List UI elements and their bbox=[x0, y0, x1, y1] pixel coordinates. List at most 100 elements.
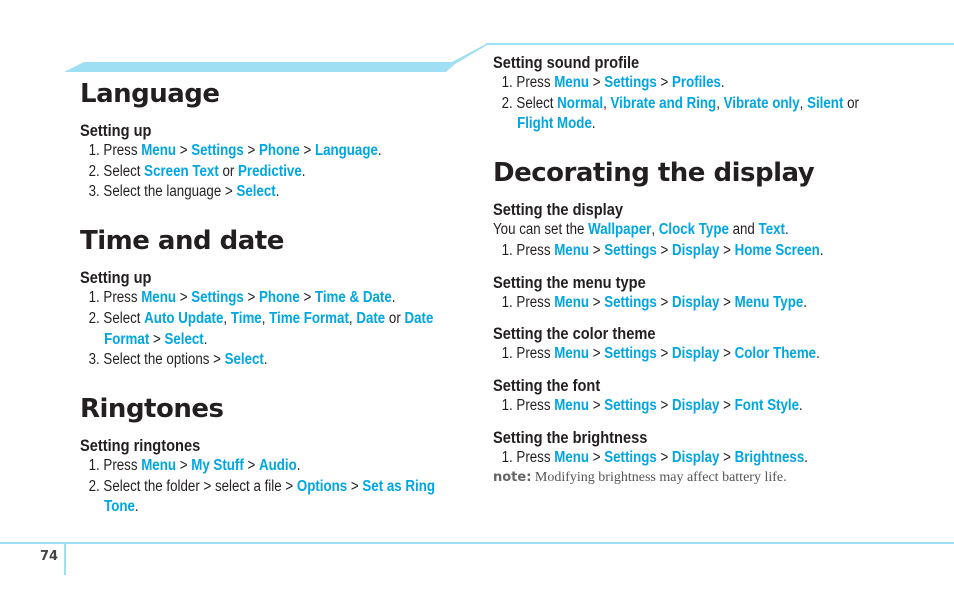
step-text: 1. bbox=[501, 448, 517, 466]
menu-term: Settings bbox=[604, 293, 657, 311]
step-text: > bbox=[589, 396, 605, 414]
step-text: Press bbox=[516, 396, 555, 414]
menu-term: Display bbox=[672, 345, 720, 363]
step-text: > bbox=[656, 448, 673, 466]
step-text: , bbox=[651, 221, 659, 239]
step-text: > bbox=[719, 448, 735, 466]
menu-term: Menu bbox=[554, 74, 590, 91]
header-band-slope bbox=[446, 44, 489, 72]
menu-term: Display bbox=[672, 448, 720, 466]
step-text: Select the folder > select a file > bbox=[103, 477, 297, 495]
section-title: Time and date bbox=[80, 226, 284, 257]
menu-term: Format bbox=[104, 330, 150, 348]
menu-term: Options bbox=[296, 477, 348, 495]
step-text: or bbox=[843, 94, 859, 112]
subsection-heading: Setting sound profile bbox=[493, 53, 640, 72]
step-item: Flight Mode. bbox=[493, 114, 871, 135]
step-text: Select the language > bbox=[103, 183, 237, 201]
menu-term: Profiles bbox=[672, 74, 721, 91]
step-text: . bbox=[803, 293, 807, 311]
step-text: > bbox=[243, 142, 260, 159]
step-text: , bbox=[603, 94, 611, 112]
step-text: . bbox=[275, 183, 280, 201]
step-text: Select bbox=[516, 94, 558, 112]
step-text: > bbox=[656, 74, 673, 91]
menu-term: Text bbox=[758, 221, 785, 239]
step-item: 1. Press Menu > Settings > Display > Col… bbox=[493, 344, 871, 365]
step-text: > bbox=[589, 241, 605, 259]
menu-term: Vibrate only bbox=[723, 94, 800, 112]
step-item: Format > Select. bbox=[80, 330, 407, 351]
step-item: 1. Press Menu > Settings > Display > Men… bbox=[493, 293, 871, 314]
menu-term: Wallpaper bbox=[588, 221, 652, 239]
menu-term: Settings bbox=[604, 448, 657, 466]
section-title: Ringtones bbox=[80, 393, 224, 424]
menu-term: Menu bbox=[554, 293, 590, 311]
subsection-heading: Setting up bbox=[80, 268, 152, 288]
menu-term: Select bbox=[236, 183, 276, 201]
step-item: 1. Press Menu > Settings > Display > Hom… bbox=[493, 241, 871, 262]
step-item: 2. Select the folder > select a file > O… bbox=[80, 477, 435, 498]
menu-term: Font Style bbox=[734, 396, 800, 414]
step-item: 2. Select Normal, Vibrate and Ring, Vibr… bbox=[493, 94, 871, 115]
step-text: 1. bbox=[88, 456, 104, 474]
step-item: 1. Press Menu > My Stuff > Audio. bbox=[80, 456, 407, 477]
subsection-heading: Setting the font bbox=[493, 375, 601, 395]
step-text: Select bbox=[103, 162, 145, 180]
section-title: Language bbox=[80, 79, 220, 109]
step-text: Press bbox=[516, 74, 555, 91]
menu-term: Display bbox=[672, 293, 720, 311]
step-item: 2. Select Auto Update, Time, Time Format… bbox=[80, 309, 434, 330]
subsection-heading: Setting the display bbox=[493, 200, 623, 220]
step-text: . bbox=[377, 142, 382, 159]
step-text: > bbox=[589, 293, 605, 311]
left-column: Language Setting up 1. Press Menu > Settin… bbox=[80, 78, 460, 518]
step-text: . bbox=[799, 396, 803, 414]
step-text: 2. bbox=[501, 94, 517, 112]
header-band-left bbox=[64, 62, 452, 72]
menu-term: Date bbox=[356, 309, 386, 327]
right-column: Setting sound profile 1. Press Menu > Set… bbox=[493, 52, 933, 488]
intro-text: You can set the Wallpaper, Clock Type an… bbox=[493, 220, 871, 241]
step-text: 3. bbox=[88, 351, 104, 369]
step-text: 2. bbox=[88, 162, 104, 180]
step-item: 1. Press Menu > Settings > Display > Fon… bbox=[493, 396, 871, 417]
step-text: > bbox=[243, 456, 259, 474]
menu-term: Brightness bbox=[734, 448, 805, 466]
step-text: 2. bbox=[88, 309, 104, 327]
menu-term: Normal bbox=[557, 94, 604, 112]
menu-term: Menu bbox=[141, 456, 177, 474]
menu-term: Menu bbox=[141, 142, 177, 159]
step-text: 1. bbox=[88, 289, 104, 307]
menu-term: Settings bbox=[604, 74, 657, 91]
step-text: Press bbox=[516, 293, 555, 311]
menu-term: Settings bbox=[191, 289, 244, 307]
note-label: note: bbox=[493, 470, 532, 486]
menu-term: Audio bbox=[258, 456, 297, 474]
menu-term: Auto Update bbox=[144, 309, 224, 327]
menu-term: Select bbox=[224, 351, 264, 369]
step-text: . bbox=[819, 241, 824, 259]
step-text: 3. bbox=[88, 183, 104, 201]
menu-term: Time & Date bbox=[314, 289, 392, 307]
step-text: > bbox=[656, 241, 673, 259]
note-text: Modifying brightness may affect battery … bbox=[531, 470, 787, 486]
subsection-heading: Setting the menu type bbox=[493, 272, 646, 292]
step-item: Tone. bbox=[80, 497, 407, 518]
step-text: > bbox=[589, 74, 605, 91]
step-text: . bbox=[296, 456, 301, 474]
menu-term: Select bbox=[164, 330, 204, 348]
step-text: . bbox=[203, 330, 208, 348]
menu-term: My Stuff bbox=[191, 456, 244, 474]
menu-term: Flight Mode bbox=[517, 115, 592, 133]
step-item: 3. Select the options > Select. bbox=[80, 350, 407, 371]
step-text: > bbox=[656, 396, 673, 414]
step-text: . bbox=[784, 221, 789, 239]
step-text: Press bbox=[103, 289, 142, 307]
menu-term: Phone bbox=[259, 142, 300, 159]
menu-term: Menu bbox=[554, 396, 590, 414]
menu-term: Display bbox=[672, 241, 720, 259]
step-item: 2. Select Screen Text or Predictive. bbox=[80, 162, 407, 183]
